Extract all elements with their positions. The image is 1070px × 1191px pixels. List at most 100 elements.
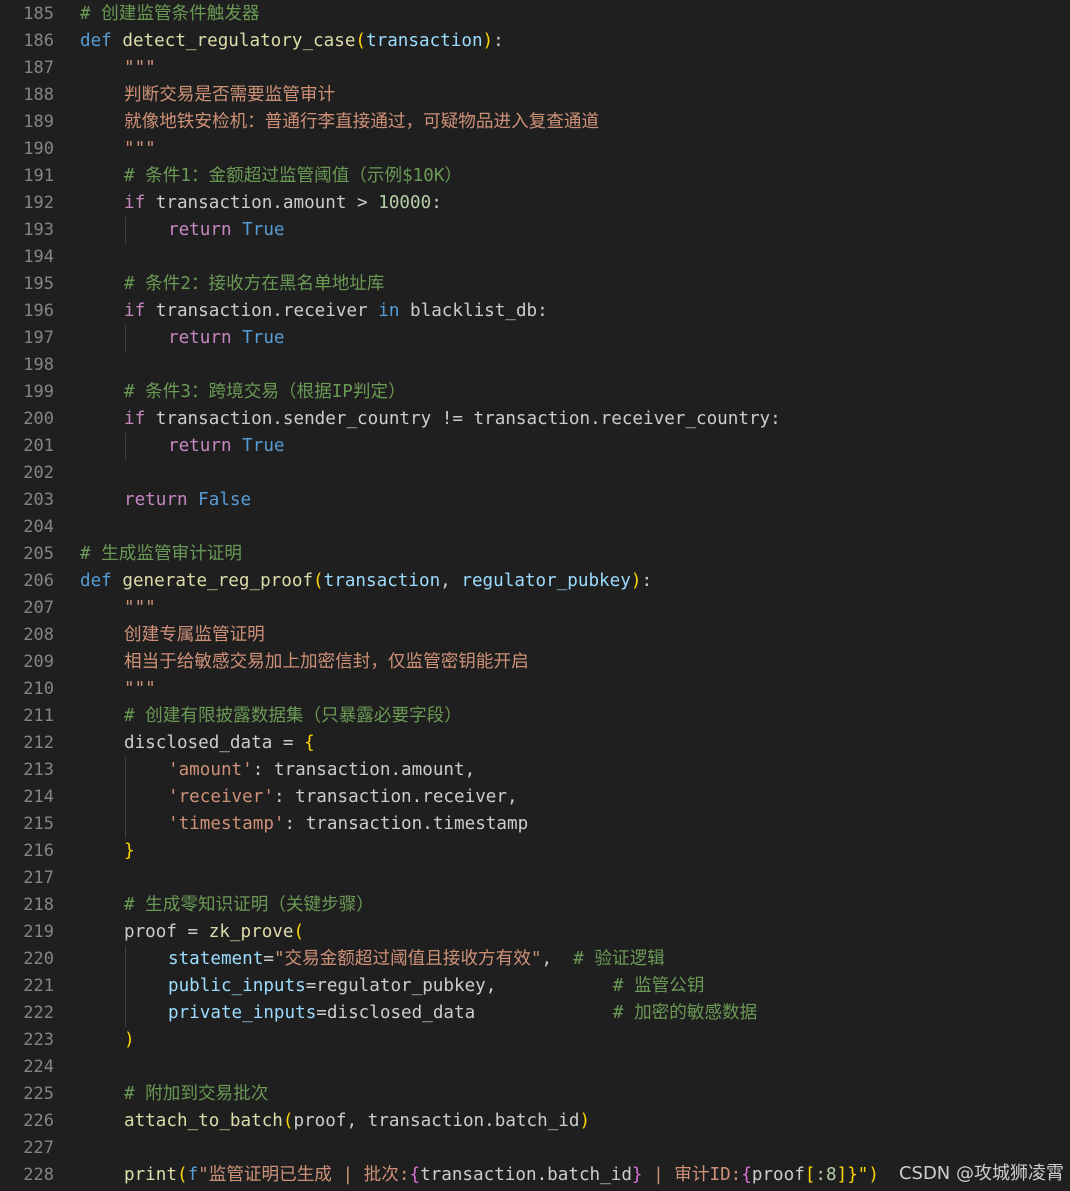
code-line[interactable]: 187 """	[0, 55, 1070, 82]
code-line[interactable]: 215 'timestamp': transaction.timestamp	[0, 811, 1070, 838]
code-line[interactable]: 200 if transaction.sender_country != tran…	[0, 406, 1070, 433]
csdn-watermark: CSDN @攻城狮凌霄	[898, 1163, 1064, 1184]
line-number: 199	[23, 382, 54, 402]
code-token: # 条件1：金额超过监管阈值（示例$10K）	[124, 166, 463, 186]
line-number: 200	[23, 409, 54, 429]
line-number: 219	[23, 922, 54, 942]
code-token: 'receiver'	[168, 787, 274, 807]
code-token: (	[176, 1165, 188, 1185]
code-line[interactable]: 217	[0, 865, 1070, 892]
code-line[interactable]: 188 判断交易是否需要监管审计	[0, 82, 1070, 109]
code-editor[interactable]: 185 # 创建监管条件触发器 186 def detect_regulatory_c…	[0, 0, 1070, 1191]
code-text: attach_to_batch(proof, transaction.batch…	[124, 1108, 590, 1135]
code-line[interactable]: 206 def generate_reg_proof(transaction, r…	[0, 568, 1070, 595]
code-line[interactable]: 192 if transaction.amount > 10000:	[0, 190, 1070, 217]
code-token: : transaction.receiver,	[273, 787, 518, 807]
code-line[interactable]: 208 创建专属监管证明	[0, 622, 1070, 649]
code-token: 创建专属监管证明	[124, 625, 265, 645]
code-line[interactable]: 207 """	[0, 595, 1070, 622]
code-text: """	[124, 595, 156, 622]
code-line[interactable]: 191 # 条件1：金额超过监管阈值（示例$10K）	[0, 163, 1070, 190]
code-token: )	[630, 571, 642, 591]
code-line[interactable]: 186 def detect_regulatory_case(transactio…	[0, 28, 1070, 55]
code-token: "交易金额超过阈值且接收方有效"	[273, 949, 542, 969]
code-line[interactable]: 226 attach_to_batch(proof, transaction.ba…	[0, 1108, 1070, 1135]
code-token: : transaction.timestamp	[284, 814, 529, 834]
code-line[interactable]: 222 private_inputs=disclosed_data # 加密的敏感…	[0, 1000, 1070, 1027]
code-text: )	[124, 1027, 135, 1054]
line-number: 190	[23, 139, 54, 159]
code-token: True	[242, 328, 285, 348]
code-line[interactable]: 199 # 条件3：跨境交易（根据IP判定）	[0, 379, 1070, 406]
code-line[interactable]: 216}	[0, 838, 1070, 865]
code-line[interactable]: 193 return True	[0, 217, 1070, 244]
code-token: =disclosed_data	[316, 1003, 613, 1023]
code-text: disclosed_data = {	[124, 730, 315, 757]
code-token: private_inputs	[168, 1003, 317, 1023]
code-text: # 生成监管审计证明	[80, 541, 242, 568]
code-text: 判断交易是否需要监管审计	[124, 82, 335, 109]
code-line[interactable]: 204	[0, 514, 1070, 541]
code-line[interactable]: 190 """	[0, 136, 1070, 163]
code-text: return False	[124, 487, 251, 514]
code-line[interactable]: 195 # 条件2：接收方在黑名单地址库	[0, 271, 1070, 298]
code-text: if transaction.sender_country != transac…	[124, 406, 781, 433]
code-text: if transaction.amount > 10000:	[124, 190, 442, 217]
code-text: def generate_reg_proof(transaction, regu…	[80, 568, 652, 595]
code-line[interactable]: 202	[0, 460, 1070, 487]
code-token: 'amount'	[168, 760, 253, 780]
code-token: :	[431, 193, 442, 213]
code-line[interactable]: 223)	[0, 1027, 1070, 1054]
code-token: ]	[836, 1165, 848, 1185]
line-number: 203	[23, 490, 54, 510]
code-token: if	[124, 409, 156, 429]
code-text: # 创建监管条件触发器	[80, 1, 260, 28]
line-number: 189	[23, 112, 54, 132]
code-token: # 条件3：跨境交易（根据IP判定）	[124, 382, 406, 402]
code-token: 就像地铁安检机：普通行李直接通过，可疑物品进入复查通道	[124, 112, 600, 132]
code-text: return True	[168, 433, 285, 460]
code-line[interactable]: 201 return True	[0, 433, 1070, 460]
code-line[interactable]: 219 proof = zk_prove(	[0, 919, 1070, 946]
line-number: 202	[23, 463, 54, 483]
line-number: 210	[23, 679, 54, 699]
code-text: return True	[168, 217, 285, 244]
line-number: 185	[23, 4, 54, 24]
code-token: :8	[815, 1165, 837, 1185]
code-line[interactable]: 213 'amount': transaction.amount,	[0, 757, 1070, 784]
indent-guide	[125, 946, 126, 973]
code-line[interactable]: 198	[0, 352, 1070, 379]
code-line[interactable]: 203 return False	[0, 487, 1070, 514]
code-line[interactable]: 194	[0, 244, 1070, 271]
code-line[interactable]: 189 就像地铁安检机：普通行李直接通过，可疑物品进入复查通道	[0, 109, 1070, 136]
code-line[interactable]: 221 public_inputs=regulator_pubkey, # 监管公…	[0, 973, 1070, 1000]
code-line[interactable]: 227	[0, 1135, 1070, 1162]
indent-guide	[125, 811, 126, 838]
line-number: 208	[23, 625, 54, 645]
code-line[interactable]: 224	[0, 1054, 1070, 1081]
code-line[interactable]: 210 """	[0, 676, 1070, 703]
code-text: 'timestamp': transaction.timestamp	[168, 811, 528, 838]
code-token: ,	[440, 571, 462, 591]
code-line[interactable]: 218 # 生成零知识证明（关键步骤）	[0, 892, 1070, 919]
code-line[interactable]: 211 # 创建有限披露数据集（只暴露必要字段）	[0, 703, 1070, 730]
code-token: """	[124, 58, 156, 78]
code-line[interactable]: 209 相当于给敏感交易加上加密信封，仅监管密钥能开启	[0, 649, 1070, 676]
code-line[interactable]: 212 disclosed_data = {	[0, 730, 1070, 757]
indent-guide	[125, 433, 126, 460]
code-token: transaction	[366, 31, 483, 51]
line-number: 204	[23, 517, 54, 537]
code-token: }")	[847, 1165, 879, 1185]
code-line[interactable]: 225 # 附加到交易批次	[0, 1081, 1070, 1108]
code-line[interactable]: 214 'receiver': transaction.receiver,	[0, 784, 1070, 811]
code-line[interactable]: 220 statement="交易金额超过阈值且接收方有效", # 验证逻辑	[0, 946, 1070, 973]
code-line[interactable]: 205 # 生成监管审计证明	[0, 541, 1070, 568]
line-number: 220	[23, 949, 54, 969]
code-line[interactable]: 196 if transaction.receiver in blacklist_…	[0, 298, 1070, 325]
code-token: }	[124, 841, 135, 861]
code-token: 10000	[378, 193, 432, 213]
code-line[interactable]: 197 return True	[0, 325, 1070, 352]
code-token: (	[293, 922, 305, 942]
code-line[interactable]: 185 # 创建监管条件触发器	[0, 1, 1070, 28]
code-token: (	[355, 31, 367, 51]
